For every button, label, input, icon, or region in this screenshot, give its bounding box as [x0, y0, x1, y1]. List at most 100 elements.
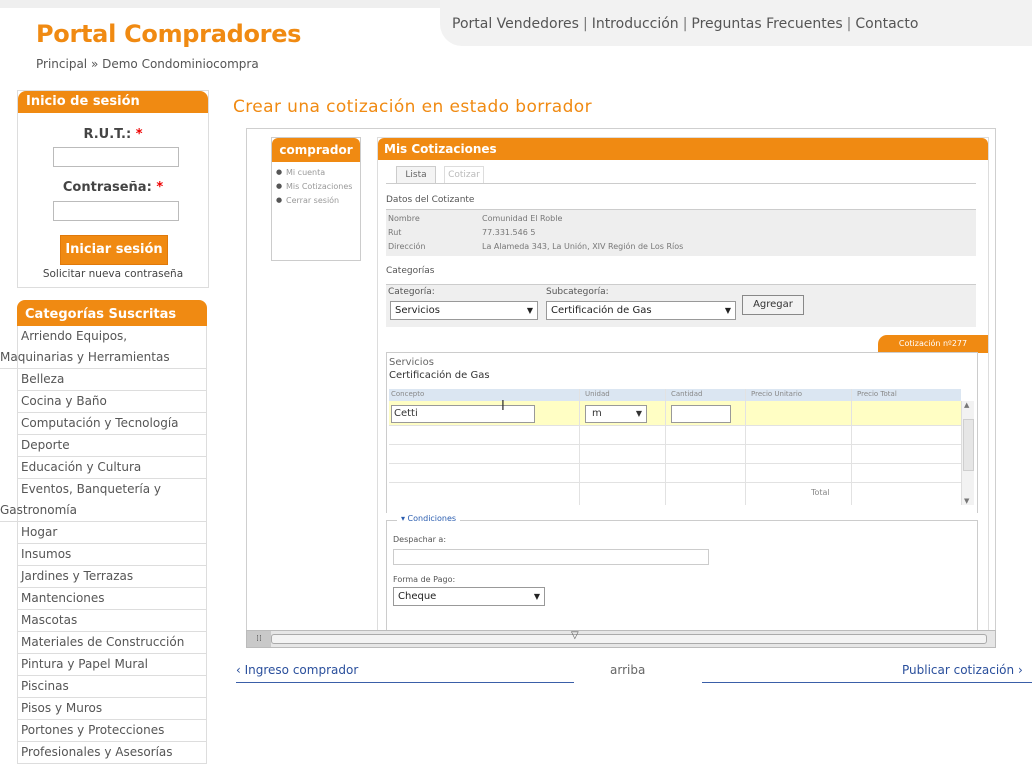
cotizaciones-title: Mis Cotizaciones — [378, 138, 988, 160]
link-mi-cuenta[interactable]: Mi cuenta — [272, 167, 360, 178]
forgot-password-link[interactable]: Solicitar nueva contraseña — [18, 268, 208, 280]
login-button[interactable]: Iniciar sesión — [60, 235, 168, 265]
col-precio-unitario: Precio Unitario — [751, 390, 803, 398]
brand-title[interactable]: Portal Compradores — [36, 20, 301, 48]
rut-value: 77.331.546 5 — [482, 228, 536, 237]
categoria-select[interactable]: Servicios ▼ — [390, 301, 538, 320]
nav-portal-vendedores[interactable]: Portal Vendedores — [452, 16, 579, 32]
tab-lista[interactable]: Lista — [396, 166, 436, 183]
category-item[interactable]: Pisos y Muros — [18, 698, 207, 720]
item-subcategory: Certificación de Gas — [389, 370, 490, 381]
subcategoria-select[interactable]: Certificación de Gas ▼ — [546, 301, 736, 320]
chevron-down-icon: ▼ — [635, 409, 642, 418]
cantidad-input[interactable] — [671, 405, 731, 423]
despachar-input[interactable] — [393, 549, 709, 565]
link-mis-cotizaciones[interactable]: Mis Cotizaciones — [272, 181, 360, 192]
chevron-down-icon: ▼ — [533, 592, 540, 601]
nav-preguntas-frecuentes[interactable]: Preguntas Frecuentes — [691, 16, 842, 32]
nav-contacto[interactable]: Contacto — [855, 16, 918, 32]
category-item[interactable]: Deporte — [18, 435, 207, 457]
chevron-down-icon: ▼ — [526, 306, 533, 315]
grid-vertical-scrollbar[interactable]: ▲ ▼ — [961, 401, 974, 505]
total-label: Total — [811, 488, 830, 497]
top-nav: Portal Vendedores | Introducción | Preguntas… — [440, 0, 1032, 46]
unidad-select[interactable]: m ▼ — [585, 405, 647, 423]
comprador-title: comprador — [272, 138, 360, 162]
nav-separator: | — [582, 16, 588, 32]
login-box: Inicio de sesión R.U.T.: * Contraseña: *… — [17, 90, 209, 288]
prev-underline — [236, 682, 574, 683]
categorias-section: Categoría: Servicios ▼ Subcategoría: Cert… — [386, 284, 976, 327]
subcategoria-label: Subcategoría: — [546, 287, 609, 297]
category-item[interactable]: Gastronomía — [0, 500, 207, 522]
col-concepto: Concepto — [391, 390, 425, 398]
category-item[interactable]: Pintura y Papel Mural — [18, 654, 207, 676]
category-item[interactable]: Eventos, Banquetería y — [18, 479, 207, 500]
breadcrumb: Principal » Demo Condominiocompra — [36, 57, 259, 71]
agregar-button[interactable]: Agregar — [742, 295, 804, 315]
rut-label: R.U.T.: * — [83, 127, 143, 142]
condiciones-toggle[interactable]: ▾ Condiciones — [397, 514, 461, 523]
text-cursor-icon: I — [501, 399, 505, 414]
category-item[interactable]: Mascotas — [18, 610, 207, 632]
col-precio-total: Precio Total — [857, 390, 897, 398]
categoria-label: Categoría: — [388, 287, 435, 297]
password-input[interactable] — [53, 201, 179, 221]
nav-separator: | — [846, 16, 852, 32]
content-frame: comprador Mi cuenta Mis Cotizaciones Cer… — [246, 128, 996, 632]
login-box-title: Inicio de sesión — [18, 91, 208, 113]
link-cerrar-sesion[interactable]: Cerrar sesión — [272, 195, 360, 206]
prev-link[interactable]: ‹ Ingreso comprador — [236, 663, 358, 677]
category-item[interactable]: Insumos — [18, 544, 207, 566]
direccion-label: Dirección — [388, 242, 426, 251]
datos-cotizante-title: Datos del Cotizante — [386, 195, 475, 205]
tab-cotizar[interactable]: Cotizar — [444, 166, 484, 183]
page-title: Crear una cotización en estado borrador — [233, 97, 592, 117]
category-item[interactable]: Piscinas — [18, 676, 207, 698]
comprador-panel: comprador Mi cuenta Mis Cotizaciones Cer… — [271, 137, 361, 261]
item-box: Servicios Certificación de Gas Concepto … — [386, 352, 978, 513]
table-row — [389, 445, 961, 464]
cotizaciones-panel: Mis Cotizaciones Lista Cotizar Datos del… — [377, 137, 989, 631]
category-item[interactable]: Mantenciones — [18, 588, 207, 610]
condiciones-box: ▾ Condiciones Despachar a: Forma de Pago… — [386, 514, 978, 631]
nombre-value: Comunidad El Roble — [482, 214, 563, 223]
category-item[interactable]: Educación y Cultura — [18, 457, 207, 479]
scrollbar-thumb[interactable] — [271, 634, 987, 644]
nav-introduccion[interactable]: Introducción — [592, 16, 679, 32]
category-item[interactable]: Hogar — [18, 522, 207, 544]
next-underline — [702, 682, 1032, 683]
grid-divider — [579, 389, 580, 505]
categories-box: Categorías Suscritas Arriendo Equipos, Ma… — [0, 300, 207, 764]
forma-pago-select[interactable]: Cheque ▼ — [393, 587, 545, 606]
top-link[interactable]: arriba — [610, 663, 645, 677]
category-item[interactable]: Cocina y Baño — [18, 391, 207, 413]
col-unidad: Unidad — [585, 390, 610, 398]
table-row — [389, 464, 961, 483]
category-item[interactable]: Arriendo Equipos, — [18, 326, 207, 347]
category-item[interactable]: Computación y Tecnología — [18, 413, 207, 435]
category-item[interactable]: Belleza — [18, 369, 207, 391]
category-item[interactable]: Profesionales y Asesorías — [18, 742, 207, 764]
direccion-value: La Alameda 343, La Unión, XIV Región de … — [482, 242, 684, 251]
scrollbar-thumb[interactable] — [963, 419, 974, 471]
grid-divider — [745, 389, 746, 505]
scroll-position-marker-icon: ▽ — [571, 630, 579, 641]
category-item[interactable]: Portones y Protecciones — [18, 720, 207, 742]
cotizacion-number-badge: Cotización nº277 — [878, 335, 988, 353]
categories-title: Categorías Suscritas — [17, 300, 207, 326]
concepto-input[interactable]: Cetti — [391, 405, 535, 423]
scroll-down-icon[interactable]: ▼ — [964, 497, 969, 505]
scrollbar-grip-icon[interactable]: ⁞⁞ — [247, 631, 271, 647]
rut-input[interactable] — [53, 147, 179, 167]
table-row-editing: Cetti m ▼ I — [389, 399, 961, 426]
category-item[interactable]: Materiales de Construcción — [18, 632, 207, 654]
scroll-up-icon[interactable]: ▲ — [964, 401, 969, 409]
categorias-section-title: Categorías — [386, 266, 435, 276]
nombre-label: Nombre — [388, 214, 420, 223]
col-cantidad: Cantidad — [671, 390, 703, 398]
category-item[interactable]: Jardines y Terrazas — [18, 566, 207, 588]
next-link[interactable]: Publicar cotización › — [902, 663, 1023, 677]
horizontal-scrollbar[interactable]: ⁞⁞ ▽ — [246, 630, 996, 648]
category-item[interactable]: Maquinarias y Herramientas — [0, 347, 207, 369]
